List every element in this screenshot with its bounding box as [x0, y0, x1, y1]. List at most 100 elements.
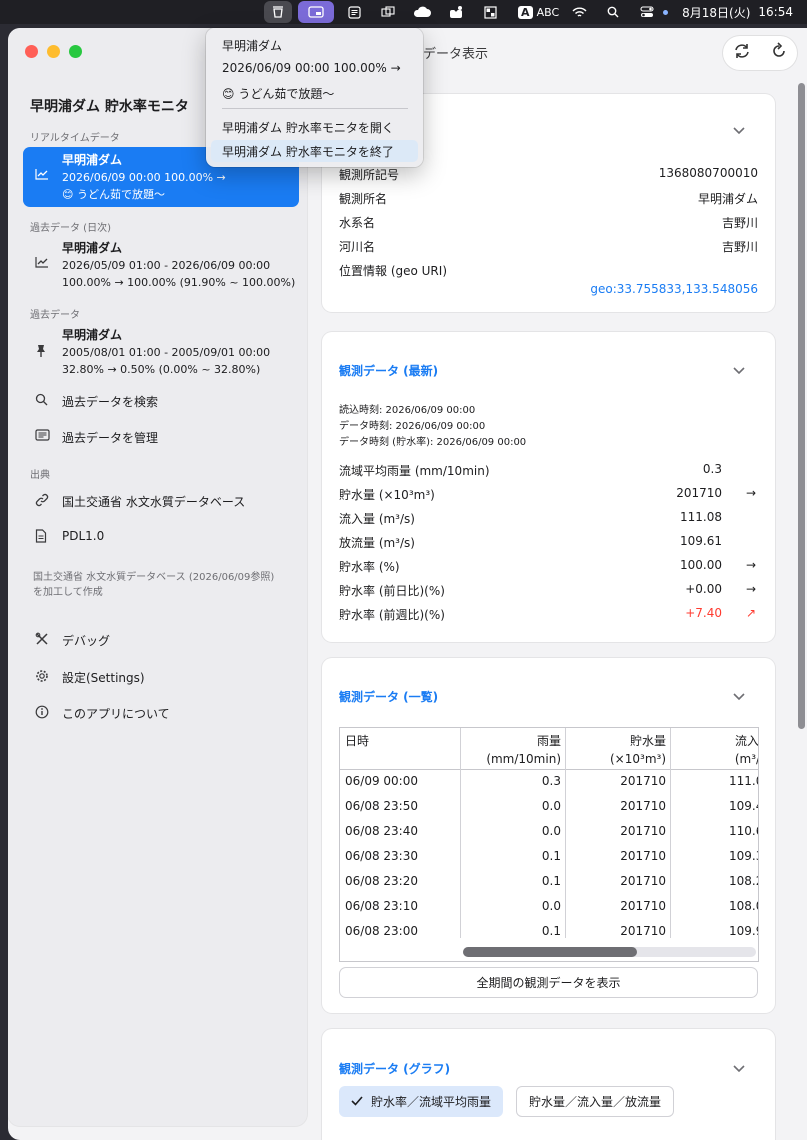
sidebar-item-manage[interactable]: 過去データを管理 — [23, 422, 299, 452]
cloud-icon[interactable] — [408, 1, 436, 23]
sidebar-item-debug[interactable]: デバッグ — [23, 625, 299, 655]
realtime-status: 2026/06/09 00:00 100.00% → — [62, 171, 226, 184]
latest-heading[interactable]: 観測データ (最新) — [339, 362, 438, 379]
station-value: 早明浦ダム — [697, 192, 758, 206]
dropdown-open-app[interactable]: 早明浦ダム 貯水率モニタを開く — [222, 119, 394, 136]
dropdown-quit-app[interactable]: 早明浦ダム 貯水率モニタを終了 — [222, 143, 394, 160]
monitor-menubar-icon[interactable] — [298, 1, 335, 23]
attribution-line-2: を加工して作成 — [33, 587, 103, 598]
header-rain[interactable]: 雨量 (mm/10min) — [461, 732, 561, 768]
chevron-down-icon[interactable] — [733, 1062, 745, 1077]
list-heading[interactable]: 観測データ (一覧) — [339, 688, 438, 705]
toolbar-buttons — [723, 36, 797, 70]
realtime-station: 早明浦ダム — [62, 153, 123, 167]
sidebar-item-daily[interactable]: 早明浦ダム 2026/05/09 01:00 - 2026/06/09 00:0… — [23, 235, 299, 295]
grid-icon[interactable] — [476, 1, 504, 23]
cell-datetime: 06/08 23:10 — [345, 899, 418, 913]
main-scrollbar[interactable] — [798, 83, 805, 729]
show-all-data-button[interactable]: 全期間の観測データを表示 — [339, 967, 758, 998]
obs-key: 貯水率 (前週比)(%) — [339, 608, 445, 622]
cell-storage: 201710 — [620, 924, 666, 938]
obs-key: 放流量 (m³/s) — [339, 536, 415, 550]
cell-storage: 201710 — [620, 899, 666, 913]
chevron-down-icon[interactable] — [733, 124, 745, 139]
header-inflow-l1: 流入量 — [734, 734, 759, 748]
input-source[interactable]: A ABC — [518, 5, 559, 19]
cell-inflow: 108.08 — [729, 899, 758, 913]
cell-rain: 0.0 — [541, 799, 561, 813]
station-key: 河川名 — [339, 240, 376, 254]
dam-app-menubar-icon[interactable] — [264, 1, 293, 23]
cell-storage: 201710 — [620, 874, 666, 888]
notes-icon[interactable] — [340, 1, 368, 23]
sidebar-item-past[interactable]: 早明浦ダム 2005/08/01 01:00 - 2005/09/01 00:0… — [23, 322, 299, 382]
scrollbar-thumb[interactable] — [463, 947, 637, 957]
gear-icon — [35, 669, 49, 687]
cell-datetime: 06/08 23:00 — [345, 924, 418, 938]
chevron-down-icon[interactable] — [733, 364, 745, 379]
obs-key: 流域平均雨量 (mm/10min) — [339, 464, 490, 478]
station-row: 観測所記号 1368080700010 — [339, 164, 758, 184]
obs-value: +7.40 — [685, 606, 722, 620]
obs-row: 流入量 (m³/s) 111.08 — [339, 507, 758, 529]
reload-icon[interactable] — [771, 41, 787, 65]
close-window-button[interactable] — [25, 45, 38, 58]
cell-datetime: 06/08 23:50 — [345, 799, 418, 813]
tools-icon — [35, 632, 49, 650]
header-inflow[interactable]: 流入量 (m³/s) — [671, 732, 759, 768]
obs-value: 0.3 — [702, 462, 722, 476]
cell-inflow: 108.26 — [729, 874, 758, 888]
sidebar-item-settings[interactable]: 設定(Settings) — [23, 662, 299, 692]
obs-key: 貯水率 (前日比)(%) — [339, 584, 445, 598]
chevron-down-icon[interactable] — [733, 690, 745, 705]
menubar-dropdown: 早明浦ダム 2026/06/09 00:00 100.00% → 😊 うどん茹で… — [206, 28, 423, 167]
menubar-time[interactable]: 16:54 — [758, 5, 793, 19]
download-tray-icon[interactable] — [442, 1, 470, 23]
dropdown-status: 2026/06/09 00:00 100.00% → — [222, 61, 401, 75]
header-storage[interactable]: 貯水量 (×10³m³) — [566, 732, 666, 768]
obs-row: 貯水率 (%) 100.00 → — [339, 555, 758, 577]
header-rain-l2: (mm/10min) — [486, 752, 561, 766]
cell-rain: 0.1 — [541, 924, 561, 938]
zoom-window-button[interactable] — [69, 45, 82, 58]
past-range: 2005/08/01 01:00 - 2005/09/01 00:00 — [62, 346, 271, 359]
graph-tab-rate-rain[interactable]: 貯水率／流域平均雨量 — [339, 1086, 504, 1117]
graph-heading[interactable]: 観測データ (グラフ) — [339, 1060, 450, 1077]
sidebar-item-source-db[interactable]: 国土交通省 水文水質データベース — [23, 486, 299, 516]
dropdown-station: 早明浦ダム — [222, 39, 283, 53]
observation-table[interactable]: 日時 雨量 (mm/10min) 貯水量 (×10³m³) 流入量 (m³/s)… — [339, 727, 759, 962]
control-center-icon[interactable] — [633, 1, 661, 23]
sidebar-item-search[interactable]: 過去データを検索 — [23, 386, 299, 416]
obs-value: 111.08 — [680, 510, 722, 524]
sidebar-item-license[interactable]: PDL1.0 — [23, 522, 299, 552]
graph-tab-storage-flow[interactable]: 貯水量／流入量／放流量 — [516, 1086, 675, 1117]
geo-link[interactable]: geo:33.755833,133.548056 — [590, 282, 758, 296]
list-card: 観測データ (一覧) 日時 雨量 (mm/10min) 貯水量 (×10³m³)… — [322, 658, 775, 1013]
sync-icon[interactable] — [733, 42, 751, 65]
trend-arrow-icon: ↗ — [745, 606, 757, 620]
obs-value: 201710 — [676, 486, 722, 500]
header-datetime[interactable]: 日時 — [345, 732, 369, 750]
header-rain-l1: 雨量 — [536, 734, 561, 748]
sidebar-item-about[interactable]: このアプリについて — [23, 698, 299, 728]
menubar-date[interactable]: 8月18日(火) — [682, 4, 750, 21]
minimize-window-button[interactable] — [47, 45, 60, 58]
cell-inflow: 109.33 — [729, 849, 758, 863]
windows-icon[interactable] — [374, 1, 402, 23]
sidebar-title: 早明浦ダム 貯水率モニタ — [30, 99, 189, 115]
past-station: 早明浦ダム — [62, 328, 123, 342]
horizontal-scrollbar[interactable] — [463, 947, 756, 957]
wifi-icon[interactable] — [565, 1, 593, 23]
cell-rain: 0.1 — [541, 849, 561, 863]
obs-key: 貯水率 (%) — [339, 560, 400, 574]
manage-label: 過去データを管理 — [62, 431, 159, 445]
magnifier-icon — [35, 393, 48, 410]
obs-row: 貯水率 (前週比)(%) +7.40 ↗ — [339, 603, 758, 625]
graph-card: 観測データ (グラフ) 貯水率／流域平均雨量 貯水量／流入量／放流量 — [322, 1029, 775, 1140]
spotlight-search-icon[interactable] — [599, 1, 627, 23]
data-time-rate: データ時刻 (貯水率): 2026/06/09 00:00 — [339, 437, 527, 448]
checkmark-icon — [351, 1095, 363, 1109]
cell-storage: 201710 — [620, 799, 666, 813]
cell-rain: 0.0 — [541, 899, 561, 913]
debug-label: デバッグ — [62, 634, 111, 648]
